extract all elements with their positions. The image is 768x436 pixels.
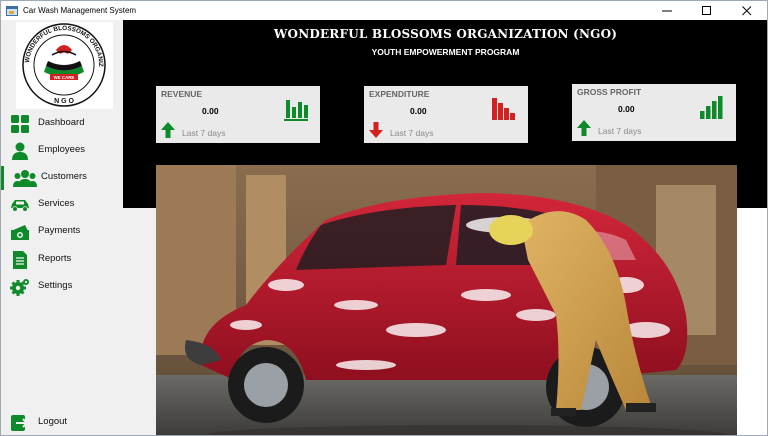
right-panel-strip — [737, 208, 767, 435]
gross-profit-title: GROSS PROFIT — [577, 87, 642, 97]
money-icon — [11, 225, 29, 240]
dashboard-icon — [11, 115, 29, 133]
nav-settings[interactable]: Settings — [1, 275, 123, 299]
arrow-down-icon — [369, 122, 383, 138]
expenditure-card: EXPENDITURE 0.00 Last 7 days — [364, 86, 528, 143]
revenue-card: REVENUE 0.00 Last 7 days — [156, 86, 320, 143]
logout-label: Logout — [38, 416, 68, 427]
minimize-icon — [662, 10, 672, 11]
logout-icon — [11, 415, 29, 431]
nav-services[interactable]: Services — [1, 193, 123, 217]
org-name: WONDERFUL BLOSSOMS ORGANIZATION (NGO) — [273, 27, 618, 41]
nav-payments[interactable]: Payments — [1, 220, 123, 244]
nav-customers[interactable]: Customers — [1, 166, 123, 190]
close-button[interactable] — [727, 1, 767, 20]
minimize-button[interactable] — [647, 1, 687, 20]
nav-services-label: Services — [38, 198, 75, 209]
close-icon — [742, 5, 752, 15]
gross-profit-value: 0.00 — [618, 104, 635, 114]
nav-payments-label: Payments — [38, 225, 81, 236]
nav-reports-label: Reports — [38, 253, 72, 264]
expenditure-value: 0.00 — [410, 106, 427, 116]
bar-chart-down-icon — [492, 98, 515, 120]
bar-chart-up-icon — [700, 96, 723, 119]
nav-employees[interactable]: Employees — [1, 139, 123, 163]
program-title: YOUTH EMPOWERMENT PROGRAM — [371, 47, 520, 57]
maximize-icon — [702, 5, 711, 15]
expenditure-title: EXPENDITURE — [369, 89, 430, 99]
revenue-period: Last 7 days — [182, 128, 226, 138]
window-title: Car Wash Management System — [23, 6, 137, 15]
ngo-logo: WONDERFUL BLOSSOMS ORGANIZATION WE CARE … — [14, 17, 113, 109]
car-icon — [11, 200, 29, 212]
logo-bottom-text: N G O — [54, 98, 74, 105]
logo-banner-text: WE CARE — [54, 75, 75, 80]
gear-icon — [10, 279, 29, 296]
arrow-up-icon — [161, 122, 175, 138]
report-icon — [13, 251, 27, 269]
revenue-title: REVENUE — [161, 89, 203, 99]
gross-profit-period: Last 7 days — [598, 126, 642, 136]
nav-dashboard-label: Dashboard — [38, 117, 85, 128]
sidebar: WONDERFUL BLOSSOMS ORGANIZATION WE CARE … — [1, 17, 123, 435]
title-bar[interactable]: Car Wash Management System — [1, 1, 767, 20]
car-wash-photo — [156, 165, 737, 435]
expenditure-period: Last 7 days — [390, 128, 434, 138]
nav-employees-label: Employees — [38, 144, 85, 155]
arrow-up-icon — [577, 120, 591, 136]
revenue-value: 0.00 — [202, 106, 219, 116]
maximize-button[interactable] — [687, 1, 727, 20]
app-window: Car Wash Management System WONDERFUL BLO… — [0, 0, 768, 436]
nav-settings-label: Settings — [38, 280, 73, 291]
app-icon — [6, 5, 18, 16]
nav-customers-label: Customers — [41, 171, 87, 182]
nav-dashboard[interactable]: Dashboard — [1, 112, 123, 136]
gross-profit-card: GROSS PROFIT 0.00 Last 7 days — [572, 84, 736, 141]
bar-chart-icon — [284, 100, 308, 121]
employee-icon — [12, 142, 28, 160]
customers-icon — [13, 170, 37, 187]
nav-reports[interactable]: Reports — [1, 248, 123, 272]
logout-button[interactable]: Logout — [1, 411, 123, 435]
